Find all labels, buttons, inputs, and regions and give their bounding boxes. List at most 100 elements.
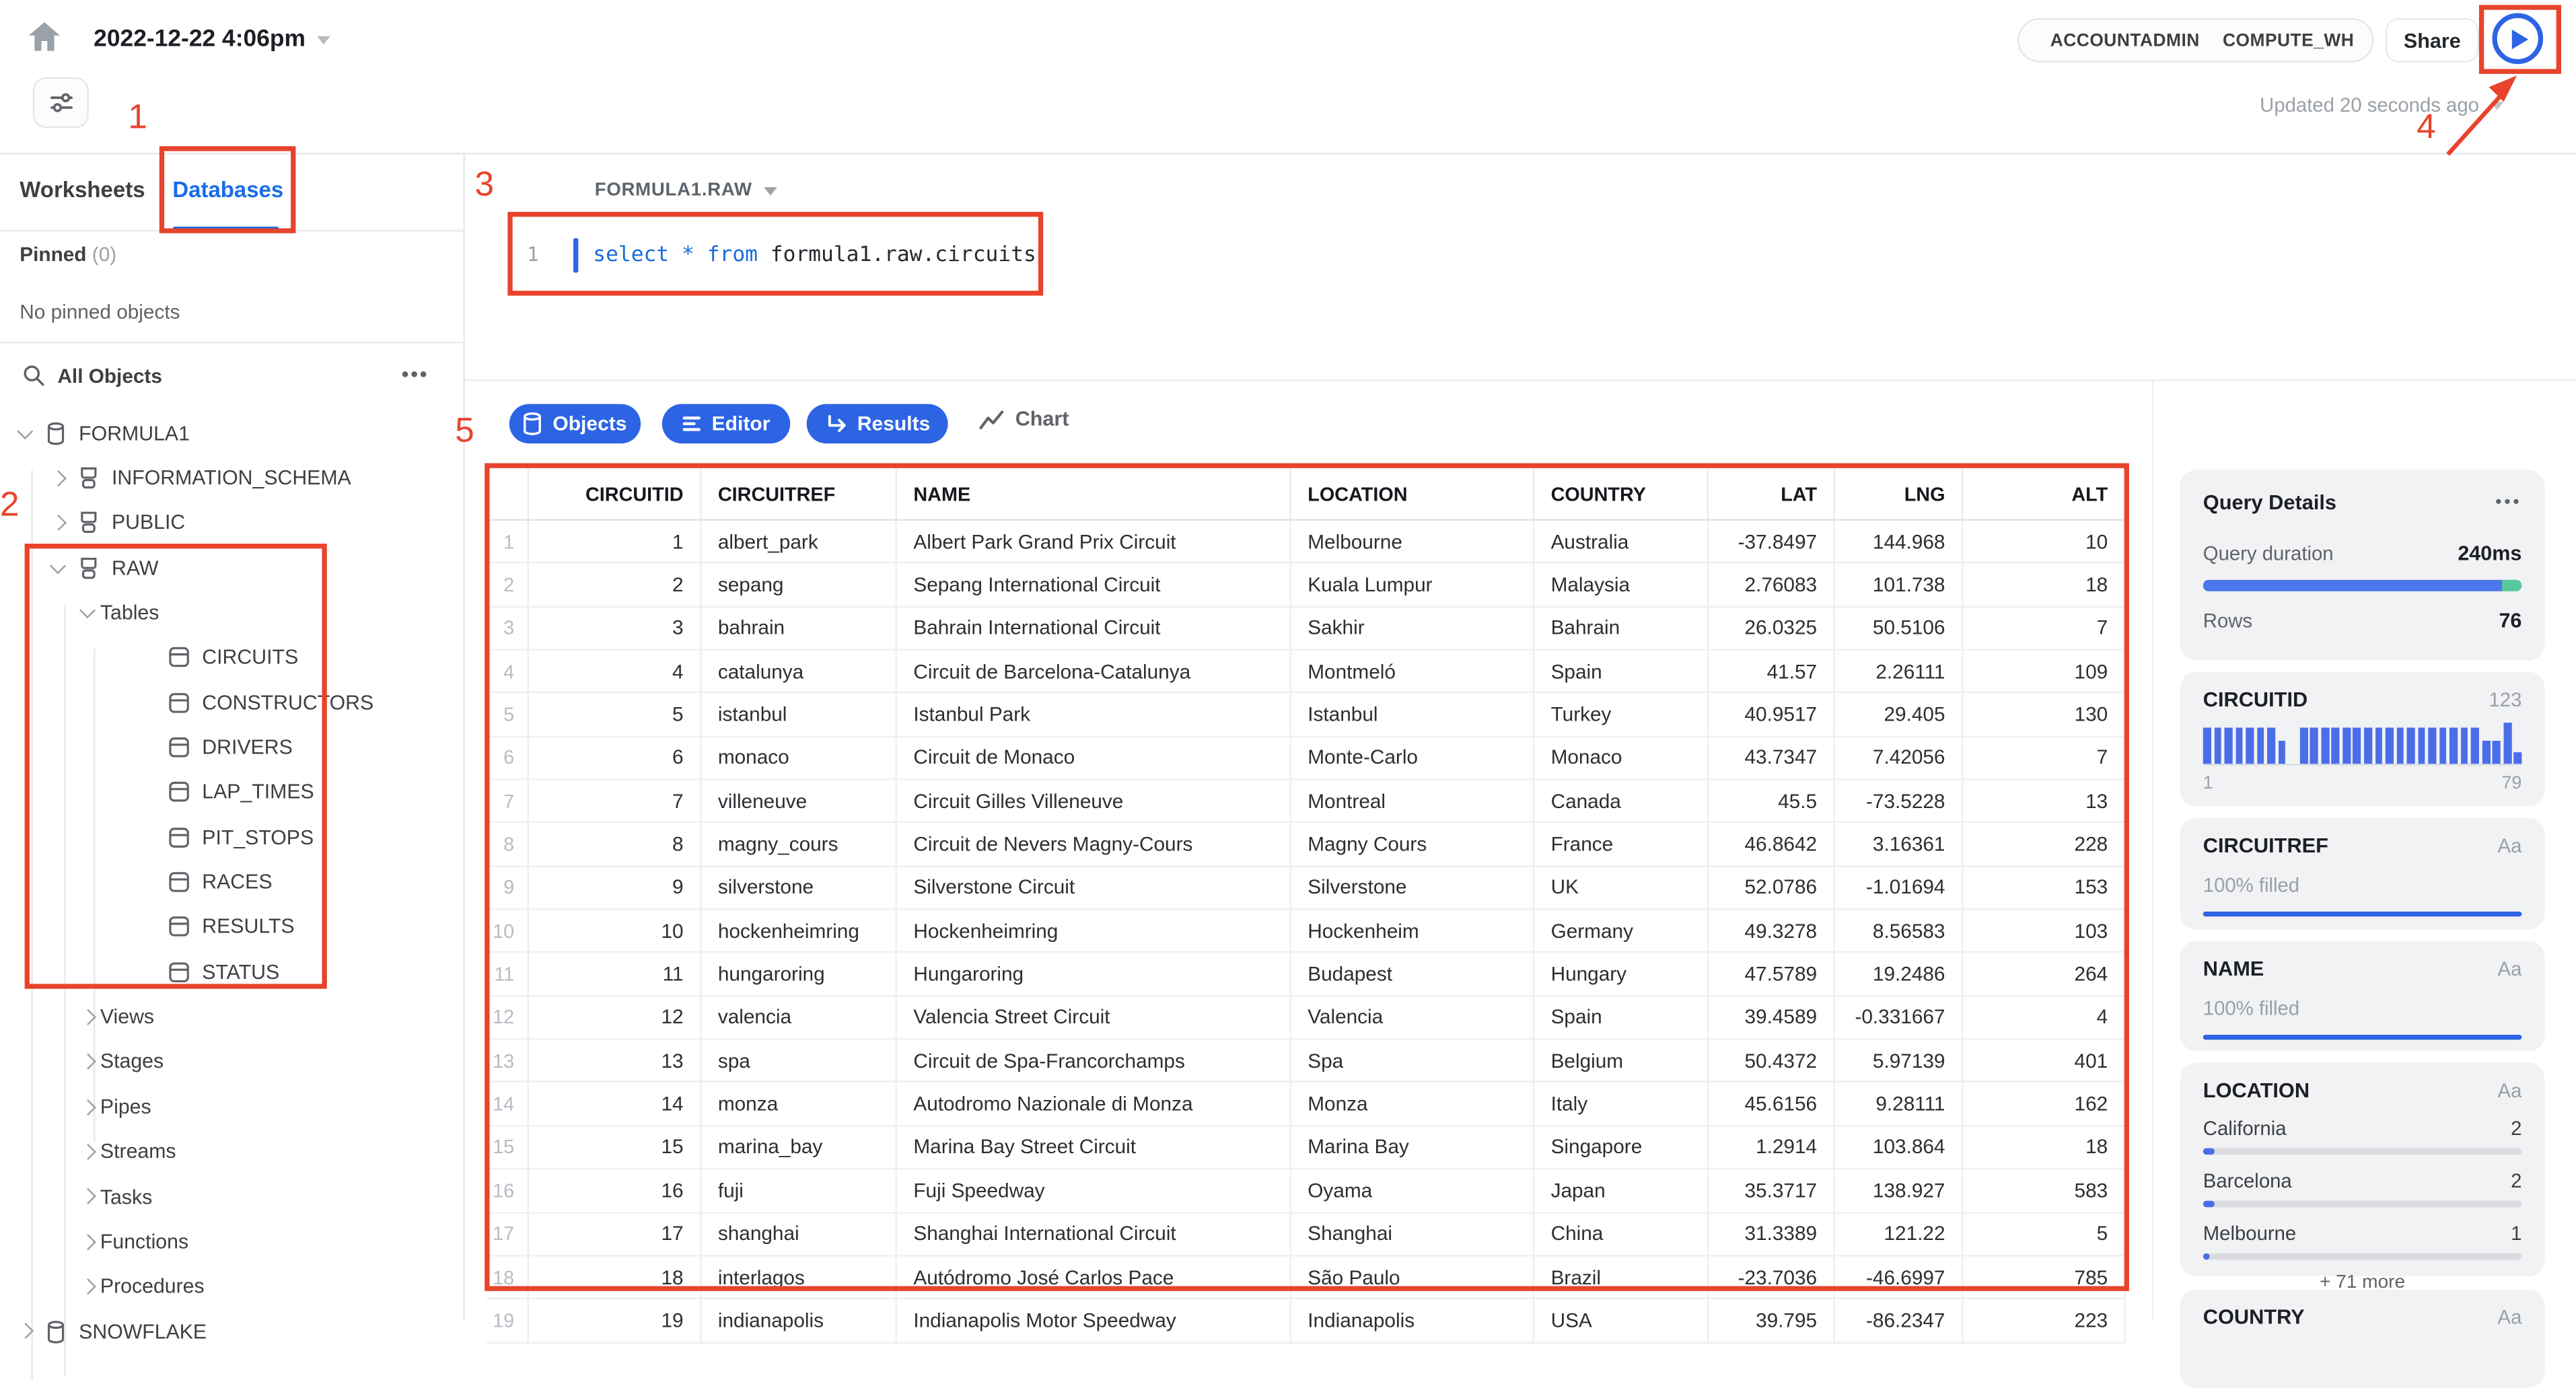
table-cell: Spa	[1291, 1039, 1535, 1082]
top-value-row[interactable]: Melbourne 1	[2203, 1222, 2522, 1260]
tree-item-formula1[interactable]: FORMULA1	[0, 410, 465, 455]
table-row[interactable]: 3 3 bahrain Bahrain International Circuit Sa…	[486, 607, 2126, 651]
table-row[interactable]: 16 16 fuji Fuji Speedway Oyama Japan 35.3717 13…	[486, 1169, 2126, 1213]
column-header-country[interactable]: COUNTRY	[1534, 468, 1709, 519]
column-header-circuitid[interactable]: CIRCUITID	[529, 468, 702, 519]
country-stats-card[interactable]: COUNTRY Aa	[2180, 1289, 2545, 1388]
tree-item-lap_times[interactable]: LAP_TIMES	[0, 770, 465, 815]
table-row[interactable]: 13 13 spa Circuit de Spa-Francorchamps Spa Be…	[486, 1039, 2126, 1083]
chevron-down-icon[interactable]	[80, 602, 96, 618]
table-cell: Magny Cours	[1291, 824, 1535, 865]
tree-item-views[interactable]: Views	[0, 994, 465, 1039]
tab-chart[interactable]: Chart	[979, 407, 1069, 431]
column-header-alt[interactable]: ALT	[1963, 468, 2126, 519]
chevron-right-icon[interactable]	[80, 1234, 96, 1249]
table-cell: 401	[1963, 1039, 2126, 1082]
tab-worksheets[interactable]: Worksheets	[20, 178, 145, 203]
value-label: Melbourne	[2203, 1222, 2297, 1245]
table-row[interactable]: 18 18 interlagos Autódromo José Carlos Pace…	[486, 1256, 2126, 1300]
table-row[interactable]: 10 10 hockenheimring Hockenheimring Hockenhe…	[486, 910, 2126, 954]
column-header-location[interactable]: LOCATION	[1291, 468, 1535, 519]
tree-item-information_schema[interactable]: INFORMATION_SCHEMA	[0, 455, 465, 501]
chevron-right-icon[interactable]	[17, 1323, 34, 1340]
tab-databases[interactable]: Databases	[172, 178, 283, 203]
tree-item-raw[interactable]: RAW	[0, 546, 465, 591]
tree-item-races[interactable]: RACES	[0, 860, 465, 905]
chevron-right-icon[interactable]	[80, 1144, 96, 1159]
run-query-button[interactable]	[2492, 13, 2544, 65]
more-menu-icon[interactable]: •••	[402, 361, 429, 386]
more-menu-icon[interactable]: •••	[2495, 492, 2521, 512]
tree-item-tables[interactable]: Tables	[0, 590, 465, 635]
chevron-down-icon[interactable]	[50, 558, 66, 573]
filled-percentage: 100% filled	[2203, 996, 2300, 1021]
table-cell: Albert Park Grand Prix Circuit	[897, 520, 1291, 562]
tab-editor[interactable]: Editor	[661, 404, 791, 444]
home-icon[interactable]	[26, 20, 63, 56]
column-header-lat[interactable]: LAT	[1709, 468, 1835, 519]
table-row[interactable]: 8 8 magny_cours Circuit de Nevers Magny-Cou…	[486, 824, 2126, 867]
tree-item-stages[interactable]: Stages	[0, 1039, 465, 1085]
text-cursor	[573, 238, 578, 273]
top-value-row[interactable]: California 2	[2203, 1117, 2522, 1155]
chevron-right-icon[interactable]	[50, 470, 66, 486]
worksheet-title[interactable]: 2022-12-22 4:06pm	[94, 26, 330, 52]
table-row[interactable]: 1 1 albert_park Albert Park Grand Prix Circ…	[486, 520, 2126, 564]
chevron-down-icon[interactable]	[17, 423, 34, 439]
column-header-name[interactable]: NAME	[897, 468, 1291, 519]
share-button[interactable]: Share	[2385, 17, 2479, 63]
table-row[interactable]: 15 15 marina_bay Marina Bay Street Circuit M…	[486, 1126, 2126, 1170]
sql-line-code[interactable]: select * from formula1.raw.circuits	[593, 243, 1036, 268]
table-row[interactable]: 14 14 monza Autodromo Nazionale di Monza Mon…	[486, 1083, 2126, 1127]
chevron-right-icon[interactable]	[80, 1009, 96, 1025]
table-cell: villeneuve	[701, 780, 897, 822]
location-stats-card[interactable]: LOCATION Aa California 2 Barcelona 2 Melbour…	[2180, 1062, 2545, 1292]
tree-item-procedures[interactable]: Procedures	[0, 1264, 465, 1309]
role-warehouse-selector[interactable]: ACCOUNTADMIN COMPUTE_WH	[2017, 17, 2374, 63]
chevron-right-icon[interactable]	[80, 1278, 96, 1294]
tree-item-constructors[interactable]: CONSTRUCTORS	[0, 680, 465, 725]
name-stats-card[interactable]: NAME Aa 100% filled	[2180, 941, 2545, 1052]
all-objects-row[interactable]: All Objects •••	[0, 353, 465, 402]
circuitref-stats-card[interactable]: CIRCUITREF Aa 100% filled	[2180, 817, 2545, 930]
tree-item-drivers[interactable]: DRIVERS	[0, 725, 465, 770]
tree-item-snowflake[interactable]: SNOWFLAKE	[0, 1309, 465, 1354]
table-row[interactable]: 5 5 istanbul Istanbul Park Istanbul Turkey 40.…	[486, 694, 2126, 737]
histogram-bar	[2299, 727, 2307, 764]
table-row[interactable]: 6 6 monaco Circuit de Monaco Monte-Carlo Mona…	[486, 737, 2126, 780]
tree-item-status[interactable]: STATUS	[0, 949, 465, 994]
chevron-right-icon[interactable]	[50, 515, 66, 531]
table-row[interactable]: 9 9 silverstone Silverstone Circuit Silverst…	[486, 867, 2126, 910]
histogram-bar	[2385, 727, 2394, 764]
top-value-row[interactable]: Barcelona 2	[2203, 1169, 2522, 1208]
tree-item-streams[interactable]: Streams	[0, 1129, 465, 1174]
chevron-right-icon[interactable]	[80, 1189, 96, 1204]
tree-item-circuits[interactable]: CIRCUITS	[0, 635, 465, 680]
table-row[interactable]: 7 7 villeneuve Circuit Gilles Villeneuve Mon…	[486, 780, 2126, 824]
table-row[interactable]: 11 11 hungaroring Hungaroring Budapest Hungar…	[486, 953, 2126, 997]
column-header-lng[interactable]: LNG	[1835, 468, 1964, 519]
circuitid-stats-card[interactable]: CIRCUITID 123 1 79	[2180, 671, 2545, 807]
table-row[interactable]: 12 12 valencia Valencia Street Circuit Valen…	[486, 996, 2126, 1040]
tree-item-public[interactable]: PUBLIC	[0, 501, 465, 546]
tree-item-tasks[interactable]: Tasks	[0, 1174, 465, 1219]
chevron-right-icon[interactable]	[80, 1099, 96, 1115]
tree-item-pit_stops[interactable]: PIT_STOPS	[0, 815, 465, 860]
updated-status[interactable]: Updated 20 seconds ago	[2260, 94, 2504, 116]
table-cell: 8.56583	[1835, 910, 1964, 952]
tree-item-pipes[interactable]: Pipes	[0, 1085, 465, 1130]
table-row[interactable]: 2 2 sepang Sepang International Circuit Kual…	[486, 564, 2126, 608]
annotation-number-3: 3	[474, 166, 495, 204]
filters-button[interactable]	[32, 77, 89, 129]
table-row[interactable]: 4 4 catalunya Circuit de Barcelona-Cataluny…	[486, 650, 2126, 694]
table-row[interactable]: 17 17 shanghai Shanghai International Circu…	[486, 1212, 2126, 1257]
value-label: Barcelona	[2203, 1169, 2292, 1193]
tree-item-functions[interactable]: Functions	[0, 1219, 465, 1264]
tab-objects[interactable]: Objects	[509, 404, 641, 444]
tree-item-label: RAW	[112, 556, 159, 580]
tab-results[interactable]: Results	[806, 404, 948, 444]
tree-item-results[interactable]: RESULTS	[0, 905, 465, 950]
column-header-circuitref[interactable]: CIRCUITREF	[701, 468, 897, 519]
editor-context-selector[interactable]: FORMULA1.RAW	[595, 181, 777, 200]
chevron-right-icon[interactable]	[80, 1054, 96, 1070]
